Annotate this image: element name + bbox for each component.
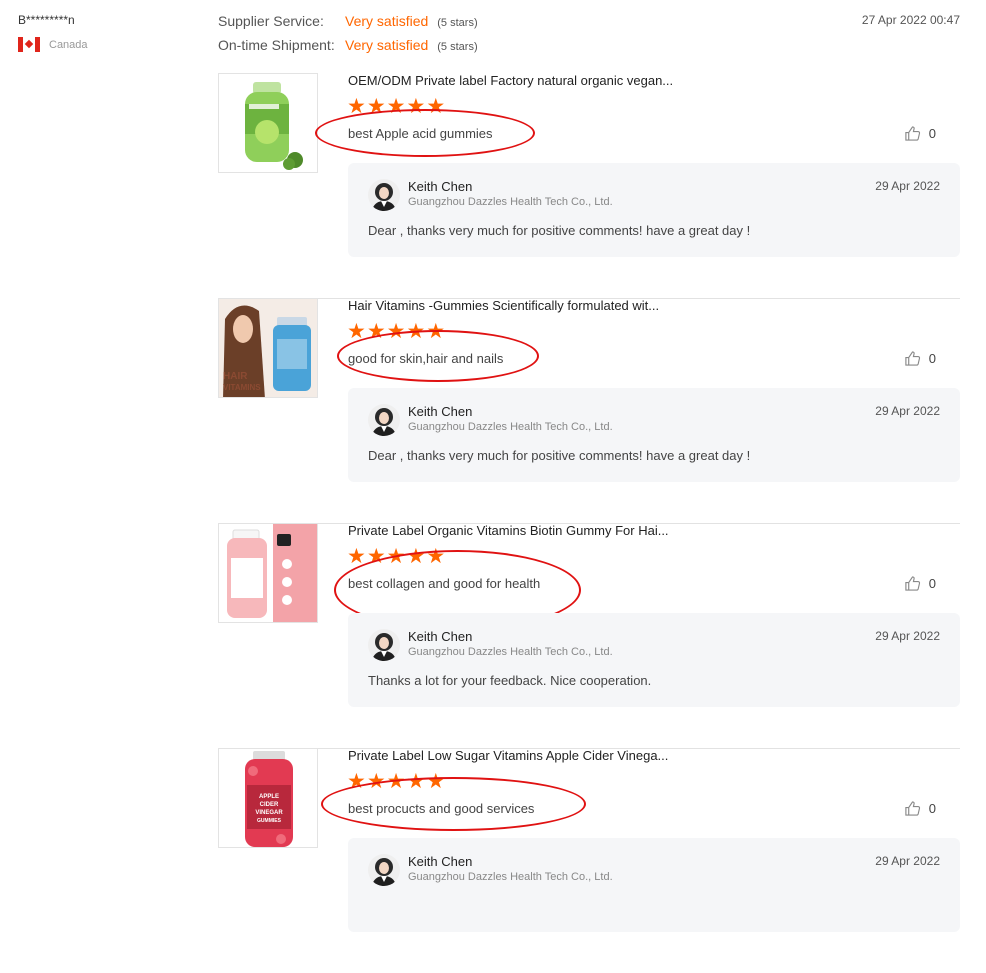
reply-text: Dear , thanks very much for positive com… — [368, 223, 751, 238]
highlight-circle — [321, 777, 586, 831]
like-button[interactable]: 0 — [904, 575, 936, 592]
on-time-shipment-rating: On-time Shipment: Very satisfied (5 star… — [218, 37, 478, 53]
replier-company: Guangzhou Dazzles Health Tech Co., Ltd. — [408, 871, 613, 883]
rating-label: Supplier Service: — [218, 13, 324, 29]
supplier-reply: Keith Chen Guangzhou Dazzles Health Tech… — [348, 163, 960, 257]
rating-value: Very satisfied — [345, 13, 429, 29]
avatar — [368, 854, 400, 886]
rating-stars-text: (5 stars) — [437, 17, 478, 29]
reviewer-name: B*********n — [18, 13, 75, 27]
supplier-reply: Keith Chen Guangzhou Dazzles Health Tech… — [348, 613, 960, 707]
avatar — [368, 629, 400, 661]
replier-name: Keith Chen — [408, 404, 473, 419]
rating-value: Very satisfied — [345, 37, 429, 53]
like-count: 0 — [928, 576, 936, 591]
thumbs-up-icon — [905, 351, 920, 366]
replier-company: Guangzhou Dazzles Health Tech Co., Ltd. — [408, 196, 613, 208]
thumb-label: APPLE CIDER VINEGAR GUMMIES — [255, 794, 283, 824]
rating-stars-text: (5 stars) — [437, 41, 478, 53]
thumb-label: HAIR VITAMINS — [223, 371, 261, 392]
reply-date: 29 Apr 2022 — [875, 854, 940, 868]
replier-company: Guangzhou Dazzles Health Tech Co., Ltd. — [408, 646, 613, 658]
review-item: Private Label Organic Vitamins Biotin Gu… — [218, 523, 960, 749]
avatar — [368, 179, 400, 211]
supplier-service-rating: Supplier Service: Very satisfied (5 star… — [218, 13, 478, 29]
replier-name: Keith Chen — [408, 179, 473, 194]
thumbs-up-icon — [905, 801, 920, 816]
reply-text: Dear , thanks very much for positive com… — [368, 448, 751, 463]
country-name: Canada — [49, 38, 88, 51]
review-item: OEM/ODM Private label Factory natural or… — [218, 73, 960, 299]
reply-date: 29 Apr 2022 — [875, 179, 940, 193]
product-thumbnail[interactable] — [218, 73, 318, 173]
avatar — [368, 404, 400, 436]
reply-text: Thanks a lot for your feedback. Nice coo… — [368, 673, 652, 688]
replier-name: Keith Chen — [408, 854, 473, 869]
review-item: HAIR VITAMINS Hair Vitamins -Gummies Sci… — [218, 298, 960, 524]
highlight-circle — [337, 330, 539, 382]
supplier-reply: Keith Chen Guangzhou Dazzles Health Tech… — [348, 388, 960, 482]
product-title-link[interactable]: Private Label Organic Vitamins Biotin Gu… — [348, 523, 669, 538]
product-thumbnail[interactable]: HAIR VITAMINS — [218, 298, 318, 398]
thumbs-up-icon — [905, 126, 920, 141]
apple-gummies-bottle-icon — [245, 82, 303, 170]
product-title-link[interactable]: Hair Vitamins -Gummies Scientifically fo… — [348, 298, 659, 313]
like-button[interactable]: 0 — [904, 800, 936, 817]
replier-company: Guangzhou Dazzles Health Tech Co., Ltd. — [408, 421, 613, 433]
biotin-gummy-bottle-icon — [219, 524, 317, 622]
thumbs-up-icon — [905, 576, 920, 591]
product-title-link[interactable]: OEM/ODM Private label Factory natural or… — [348, 73, 673, 88]
like-count: 0 — [928, 801, 936, 816]
canada-flag-icon — [18, 37, 40, 52]
reviewer-country: Canada — [18, 37, 88, 52]
like-count: 0 — [928, 351, 936, 366]
like-button[interactable]: 0 — [904, 350, 936, 367]
product-title-link[interactable]: Private Label Low Sugar Vitamins Apple C… — [348, 748, 668, 763]
supplier-reply: Keith Chen Guangzhou Dazzles Health Tech… — [348, 838, 960, 932]
product-thumbnail[interactable]: APPLE CIDER VINEGAR GUMMIES — [218, 748, 318, 848]
product-thumbnail[interactable] — [218, 523, 318, 623]
reply-date: 29 Apr 2022 — [875, 629, 940, 643]
like-button[interactable]: 0 — [904, 125, 936, 142]
reply-date: 29 Apr 2022 — [875, 404, 940, 418]
replier-name: Keith Chen — [408, 629, 473, 644]
review-date: 27 Apr 2022 00:47 — [861, 13, 960, 27]
rating-label: On-time Shipment: — [218, 37, 335, 53]
highlight-circle — [315, 109, 535, 157]
review-item: APPLE CIDER VINEGAR GUMMIES Private Labe… — [218, 748, 960, 973]
like-count: 0 — [928, 126, 936, 141]
